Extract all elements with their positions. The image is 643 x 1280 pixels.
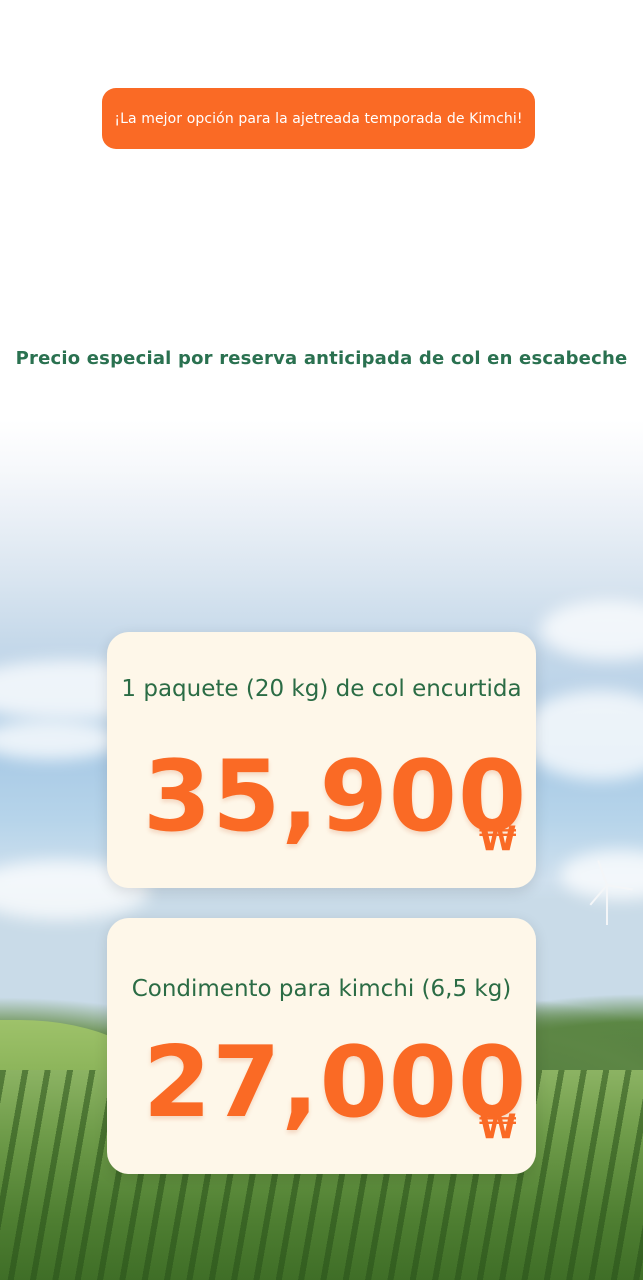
product-card[interactable]: 1 paquete (20 kg) de col encurtida 35,90… [107,632,536,888]
product-price: 27,000 [143,1026,528,1140]
product-card[interactable]: Condimento para kimchi (6,5 kg) 27,000 ₩ [107,918,536,1174]
currency-symbol: ₩ [479,1107,517,1147]
banner-pill: ¡La mejor opción para la ajetreada tempo… [102,88,535,149]
wind-turbine [606,885,608,925]
promo-page: ¡La mejor opción para la ajetreada tempo… [0,0,643,1280]
product-price: 35,900 [143,740,528,854]
currency-symbol: ₩ [479,819,517,859]
cloud [0,720,120,760]
cloud [520,690,643,780]
product-name: Condimento para kimchi (6,5 kg) [131,976,512,1002]
product-name: 1 paquete (20 kg) de col encurtida [121,676,522,702]
cloud [540,600,643,660]
promo-subtitle: Precio especial por reserva anticipada d… [15,348,628,369]
banner-text: ¡La mejor opción para la ajetreada tempo… [114,110,523,127]
